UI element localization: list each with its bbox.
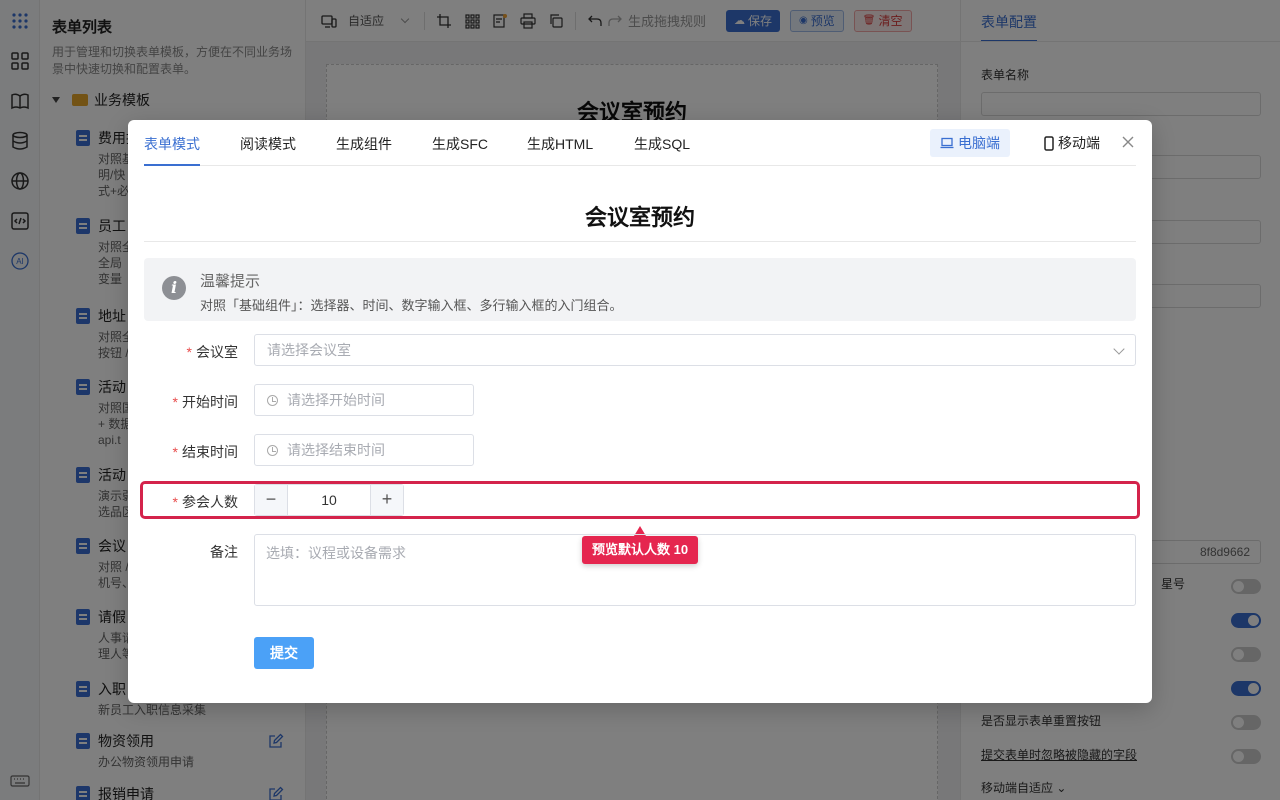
note-label: 备注 <box>210 544 238 560</box>
info-alert: i 温馨提示 对照「基础组件」：选择器、时间、数字输入框、多行输入框的入门组合。 <box>144 258 1136 321</box>
laptop-icon <box>940 137 954 149</box>
note-placeholder: 选填：议程或设备需求 <box>266 545 406 561</box>
title-divider <box>144 241 1136 242</box>
end-time-label: * 结束时间 <box>172 444 238 460</box>
room-label: * 会议室 <box>186 344 238 360</box>
mobile-view-button[interactable]: 移动端 <box>1034 129 1110 157</box>
note-textarea[interactable]: 选填：议程或设备需求 <box>254 534 1136 606</box>
form-title: 会议室预约 <box>584 205 695 230</box>
pc-view-button[interactable]: 电脑端 <box>930 129 1010 157</box>
tab-form-mode[interactable]: 表单模式 <box>144 134 200 154</box>
tab-gen-sql[interactable]: 生成SQL <box>634 134 690 154</box>
room-placeholder: 请选择会议室 <box>267 342 351 358</box>
phone-icon <box>1044 135 1054 151</box>
clock-icon <box>267 395 278 406</box>
preview-modal: 表单模式 阅读模式 生成组件 生成SFC 生成HTML 生成SQL 电脑端 移动… <box>128 120 1152 703</box>
clock-icon <box>267 445 278 456</box>
mobile-view-label: 移动端 <box>1058 135 1100 151</box>
pc-view-label: 电脑端 <box>958 135 1000 151</box>
alert-title: 温馨提示 <box>200 273 261 290</box>
info-icon: i <box>162 276 186 300</box>
start-time-picker[interactable]: 请选择开始时间 <box>254 384 474 416</box>
active-tab-indicator <box>144 164 200 166</box>
alert-desc: 对照「基础组件」：选择器、时间、数字输入框、多行输入框的入门组合。 <box>200 298 623 313</box>
chevron-down-icon <box>1113 343 1125 355</box>
end-time-placeholder: 请选择结束时间 <box>287 442 385 458</box>
room-select[interactable]: 请选择会议室 <box>254 334 1136 366</box>
start-time-placeholder: 请选择开始时间 <box>287 392 385 408</box>
highlight-box <box>140 481 1140 519</box>
tab-gen-component[interactable]: 生成组件 <box>336 134 392 154</box>
modal-tabs: 表单模式 阅读模式 生成组件 生成SFC 生成HTML 生成SQL 电脑端 移动… <box>144 120 1136 166</box>
tab-read-mode[interactable]: 阅读模式 <box>240 134 296 154</box>
submit-button[interactable]: 提交 <box>254 637 314 669</box>
close-icon[interactable] <box>1120 134 1136 150</box>
tab-gen-html[interactable]: 生成HTML <box>527 134 593 154</box>
tab-gen-sfc[interactable]: 生成SFC <box>432 134 488 154</box>
start-time-label: * 开始时间 <box>172 394 238 410</box>
end-time-picker[interactable]: 请选择结束时间 <box>254 434 474 466</box>
